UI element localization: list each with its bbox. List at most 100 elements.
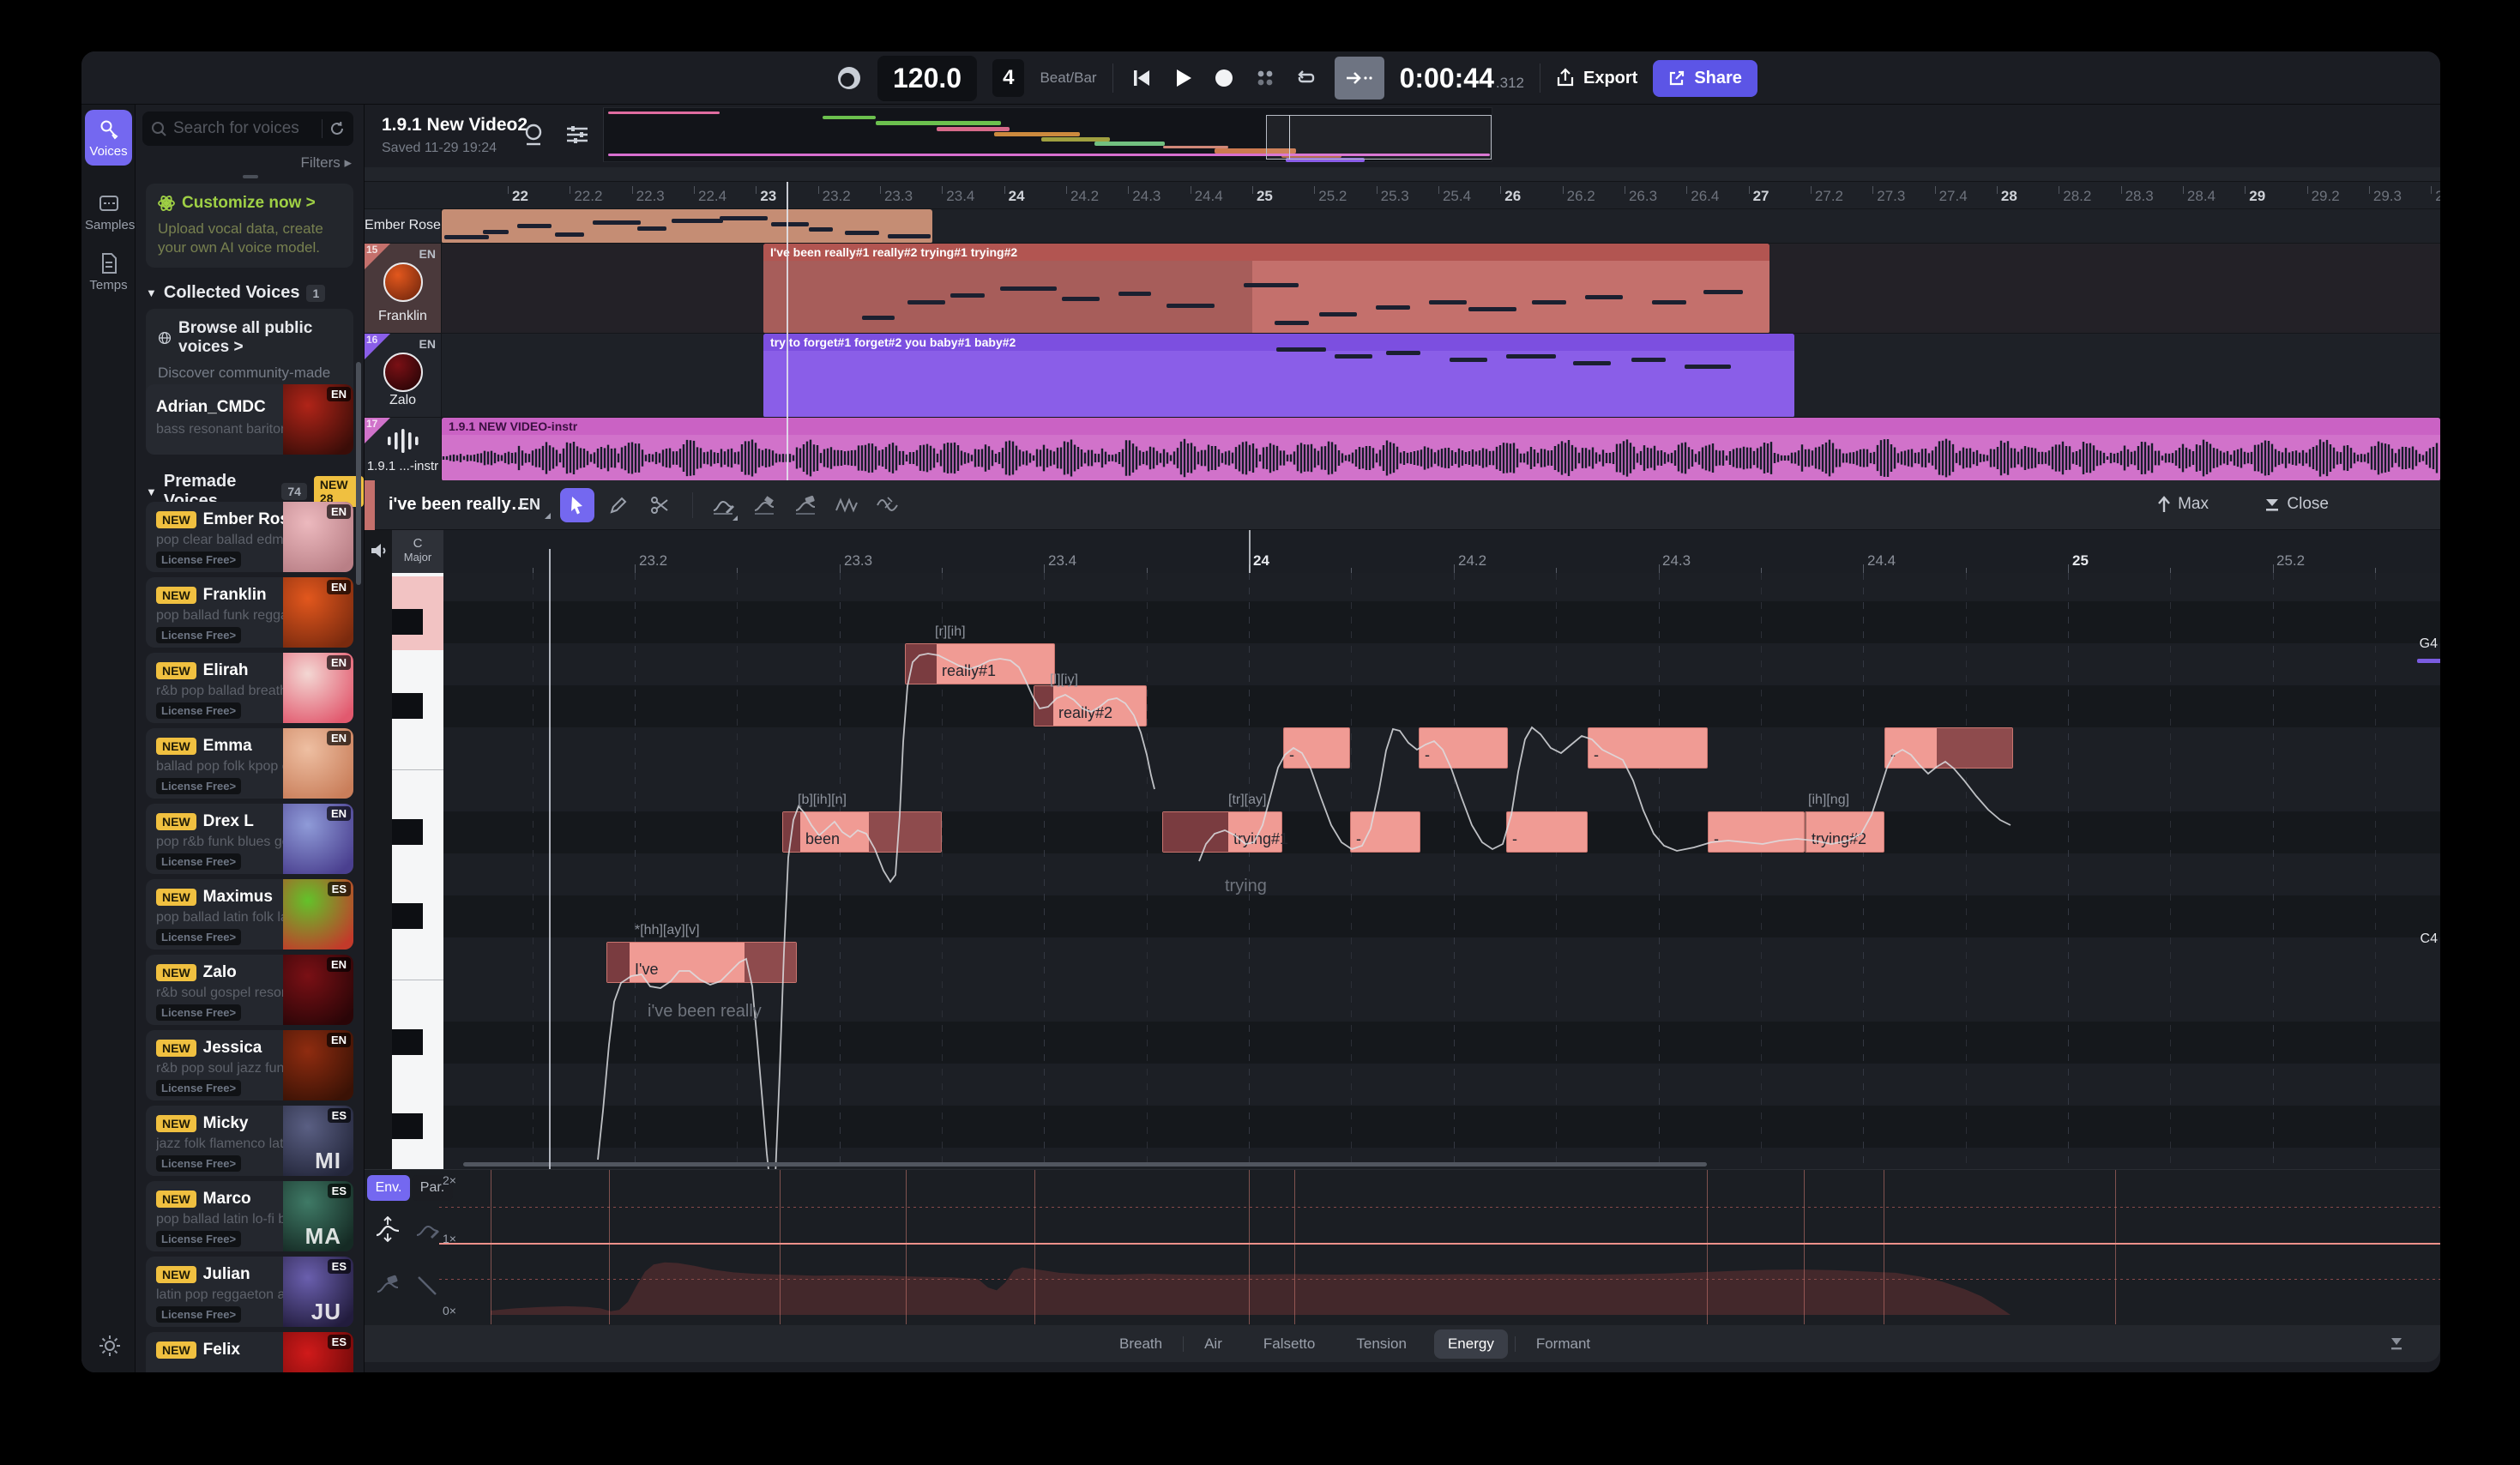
collapse-panel-icon[interactable] xyxy=(2389,1335,2404,1353)
pointer-tool-button[interactable] xyxy=(560,488,594,522)
collected-voices-header[interactable]: ▼ Collected Voices 1 xyxy=(146,283,325,303)
voice-card[interactable]: NEWJessicar&b pop soul jazz funkLicense … xyxy=(146,1030,353,1100)
energy-curve[interactable] xyxy=(365,1170,2440,1324)
black-key[interactable] xyxy=(392,903,423,929)
key-signature-display[interactable]: C Major xyxy=(392,530,443,573)
note[interactable]: trying#1 xyxy=(1162,811,1282,853)
black-key[interactable] xyxy=(392,1029,423,1055)
loop-icon[interactable] xyxy=(1293,65,1319,91)
note[interactable]: - xyxy=(1419,727,1508,769)
black-key[interactable] xyxy=(392,1113,423,1139)
note[interactable]: - xyxy=(1506,811,1588,853)
param-tab-air[interactable]: Air xyxy=(1191,1329,1236,1359)
license-badge[interactable]: License Free> xyxy=(156,929,241,945)
license-badge[interactable]: License Free> xyxy=(156,627,241,643)
param-tab-formant[interactable]: Formant xyxy=(1522,1329,1604,1359)
note[interactable]: I've xyxy=(606,942,797,983)
rail-tab-temps[interactable]: Temps xyxy=(85,252,132,292)
phoneme-label[interactable]: *[hh][ay][v] xyxy=(635,923,700,938)
param-tab-falsetto[interactable]: Falsetto xyxy=(1250,1329,1329,1359)
note[interactable]: really#1 xyxy=(905,643,1055,684)
timeline-clip[interactable] xyxy=(442,209,932,244)
voice-card[interactable]: NEWMickyjazz folk flamenco latinLicense … xyxy=(146,1106,353,1176)
play-icon[interactable] xyxy=(1170,65,1196,91)
note[interactable]: - xyxy=(1588,727,1708,769)
vibrato-tool[interactable] xyxy=(829,488,864,522)
phoneme-label[interactable]: [b][ih][n] xyxy=(798,793,847,808)
skip-to-start-icon[interactable] xyxy=(1129,65,1154,91)
license-badge[interactable]: License Free> xyxy=(156,1306,241,1323)
black-key[interactable] xyxy=(392,609,423,635)
voice-card[interactable]: NEWMaximuspop ballad latin folk latiLice… xyxy=(146,879,353,950)
share-button[interactable]: Share xyxy=(1653,60,1757,97)
timeline-clip[interactable]: try to forget#1 forget#2 you baby#1 baby… xyxy=(763,334,1794,418)
pencil-tool-button[interactable] xyxy=(601,488,636,522)
param-tab-energy[interactable]: Energy xyxy=(1434,1329,1508,1359)
voice-card[interactable]: NEWZalor&b soul gospel resonaLicense Fre… xyxy=(146,955,353,1025)
voice-card[interactable]: NEWEmmaballad pop folk kpop edLicense Fr… xyxy=(146,728,353,799)
record-icon[interactable] xyxy=(1211,65,1237,91)
voice-search-input[interactable]: Search for voices xyxy=(142,112,353,146)
license-badge[interactable]: License Free> xyxy=(156,1155,241,1172)
overview-viewport-rect[interactable] xyxy=(1266,115,1492,160)
note[interactable]: - xyxy=(1884,727,2013,769)
voice-card[interactable]: NEWElirahr&b pop ballad breathyLicense F… xyxy=(146,653,353,723)
note[interactable]: - xyxy=(1350,811,1420,853)
pitch-wave-edit-tool[interactable] xyxy=(871,488,905,522)
pitch-curve-eraser-tool[interactable] xyxy=(788,488,823,522)
song-overview-minimap[interactable] xyxy=(603,107,1492,162)
phoneme-label[interactable]: [ih][ng] xyxy=(1808,793,1849,808)
close-editor-button[interactable]: Close xyxy=(2264,495,2329,514)
horizontal-scrollbar[interactable] xyxy=(463,1162,1707,1167)
customize-card[interactable]: Customize now > Upload vocal data, creat… xyxy=(146,184,353,268)
piano-keyboard[interactable] xyxy=(392,573,443,1169)
note[interactable]: trying#2 xyxy=(1805,811,1884,853)
phoneme-label[interactable]: [l][iy] xyxy=(1050,672,1078,688)
license-badge[interactable]: License Free> xyxy=(156,1004,241,1021)
scissors-tool-button[interactable] xyxy=(642,488,677,522)
filters-button[interactable]: Filters ▸ xyxy=(300,154,352,172)
voice-card[interactable]: NEWJulianlatin pop reggaeton afrLicense … xyxy=(146,1257,353,1327)
refresh-icon[interactable] xyxy=(329,121,345,136)
editing-clip-name[interactable]: i've been really… xyxy=(389,495,528,515)
license-badge[interactable]: License Free> xyxy=(156,1080,241,1096)
note[interactable]: been xyxy=(782,811,942,853)
voice-card[interactable]: NEWDrex Lpop r&b funk blues gooLicense F… xyxy=(146,804,353,874)
tempo-value[interactable]: 120.0 xyxy=(877,56,977,101)
license-badge[interactable]: License Free> xyxy=(156,853,241,870)
license-badge[interactable]: License Free> xyxy=(156,778,241,794)
track-row[interactable]: 15ENFranklin I've been really#1 really#2 … xyxy=(365,243,2440,333)
follow-playhead-button[interactable] xyxy=(1335,57,1384,99)
track-header[interactable]: 15ENFranklin xyxy=(365,244,442,333)
library-scrollbar[interactable] xyxy=(356,362,361,585)
rail-tab-voices[interactable]: Voices xyxy=(85,110,132,166)
note-canvas[interactable]: I've*[hh][ay][v]been[b][ih][n]really#1[r… xyxy=(443,573,2440,1169)
note[interactable]: really#2 xyxy=(1034,685,1147,726)
voice-card[interactable]: NEWFelixLicense Free>ES xyxy=(146,1332,353,1372)
voice-card[interactable]: NEWEmber Rosepop clear ballad edm hLicen… xyxy=(146,502,353,572)
phoneme-label[interactable]: [tr][ay] xyxy=(1228,793,1266,808)
note[interactable]: - xyxy=(1708,811,1805,853)
track-header[interactable]: 171.9.1 ...-instr xyxy=(365,418,442,480)
track-row[interactable]: 171.9.1 ...-instr1.9.1 NEW VIDEO-instr xyxy=(365,417,2440,480)
timeline-playhead[interactable] xyxy=(787,182,788,480)
param-tab-breath[interactable]: Breath xyxy=(1106,1329,1176,1359)
note[interactable]: - xyxy=(1283,727,1350,769)
timeline-clip[interactable]: 1.9.1 NEW VIDEO-instr xyxy=(442,418,2440,480)
license-badge[interactable]: License Free> xyxy=(156,702,241,719)
beats-per-bar-value[interactable]: 4 xyxy=(992,59,1024,97)
license-badge[interactable]: License Free> xyxy=(156,1231,241,1247)
timeline-clip[interactable]: I've been really#1 really#2 trying#1 try… xyxy=(763,244,1769,334)
panel-drag-handle[interactable] xyxy=(243,175,258,178)
metronome-icon[interactable] xyxy=(836,65,862,91)
preview-speaker-icon[interactable] xyxy=(369,540,389,561)
track-header[interactable]: Ember Rose xyxy=(365,209,442,243)
metronome-toggle-icon[interactable] xyxy=(521,122,546,149)
track-header[interactable]: 16ENZalo xyxy=(365,334,442,417)
voice-card[interactable]: NEWFranklinpop ballad funk reggaeLicense… xyxy=(146,577,353,648)
black-key[interactable] xyxy=(392,819,423,845)
black-key[interactable] xyxy=(392,693,423,719)
mixer-settings-icon[interactable] xyxy=(564,122,590,148)
param-tab-tension[interactable]: Tension xyxy=(1342,1329,1420,1359)
track-row[interactable]: Ember Rose xyxy=(365,208,2440,243)
